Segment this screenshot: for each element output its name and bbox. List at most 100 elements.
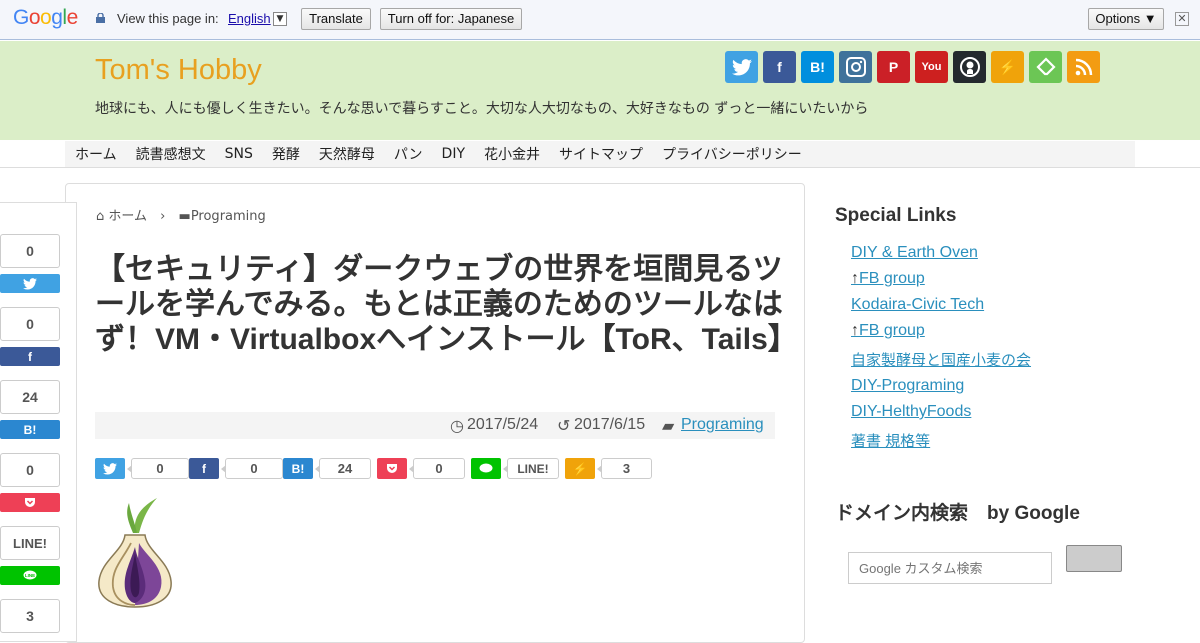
chevron-down-icon[interactable]: ▼ bbox=[273, 12, 287, 26]
hatena-count: 24 bbox=[315, 458, 371, 479]
special-link[interactable]: 著書 規格等 bbox=[851, 430, 930, 451]
instagram-icon[interactable] bbox=[839, 51, 872, 83]
article-title: 【セキュリティ】ダークウェブの世界を垣間見るツールを学んでみる。もとは正義のため… bbox=[95, 253, 798, 356]
facebook-share-button[interactable]: f bbox=[0, 347, 60, 366]
twitter-count: 0 bbox=[127, 458, 189, 479]
hatena-share-button[interactable]: B! bbox=[0, 420, 60, 439]
special-link[interactable]: DIY & Earth Oven bbox=[851, 244, 978, 262]
nav-item-hanakoganei[interactable]: 花小金井 bbox=[484, 144, 540, 164]
feedly-share-button[interactable]: ⚡ bbox=[565, 458, 595, 479]
arrow-up-icon: ↑ bbox=[851, 270, 859, 287]
pocket-count: 0 bbox=[0, 453, 60, 487]
translate-label: View this page in: bbox=[117, 11, 219, 26]
search-input[interactable] bbox=[848, 552, 1052, 584]
options-button[interactable]: Options ▼ bbox=[1088, 8, 1164, 30]
twitter-share-button[interactable] bbox=[95, 458, 125, 479]
feedly-count: 3 bbox=[0, 599, 60, 633]
nav-item-sitemap[interactable]: サイトマップ bbox=[559, 144, 643, 164]
hatena-count: 24 bbox=[0, 380, 60, 414]
link-text[interactable]: 著書 規格等 bbox=[851, 433, 930, 450]
facebook-icon: f bbox=[202, 461, 206, 476]
link-text[interactable]: FB group bbox=[859, 322, 925, 339]
special-link[interactable]: 自家製酵母と国産小麦の会 bbox=[851, 349, 1031, 370]
folder-icon: ▬ bbox=[178, 209, 191, 224]
history-icon: ↺ bbox=[557, 418, 571, 435]
category-link[interactable]: Programing bbox=[681, 416, 764, 434]
hatena-share-button[interactable]: B! bbox=[283, 458, 313, 479]
twitter-icon[interactable] bbox=[725, 51, 758, 83]
breadcrumb: ⌂ ホーム › ▬Programing bbox=[96, 205, 266, 224]
translate-toolbar: Google View this page in: English ▼ Tran… bbox=[0, 0, 1200, 40]
pocket-icon bbox=[387, 464, 397, 473]
breadcrumb-separator: › bbox=[160, 209, 166, 224]
pocket-share-button[interactable] bbox=[0, 493, 60, 512]
nav-item-sns[interactable]: SNS bbox=[225, 146, 253, 162]
domain-search-heading: ドメイン内検索 by Google bbox=[835, 503, 1080, 524]
updated-date: 2017/6/15 bbox=[574, 416, 646, 433]
facebook-icon[interactable]: f bbox=[763, 51, 796, 83]
line-count: LINE! bbox=[503, 458, 559, 479]
pocket-icon bbox=[25, 498, 35, 507]
hatena-icon[interactable]: B! bbox=[801, 51, 834, 83]
special-link[interactable]: ↑FB group bbox=[851, 270, 925, 288]
link-text[interactable]: FB group bbox=[859, 270, 925, 287]
pinterest-icon[interactable]: P bbox=[877, 51, 910, 83]
nav-item-fermentation[interactable]: 発酵 bbox=[272, 144, 300, 164]
tor-onion-image bbox=[98, 498, 172, 608]
twitter-count: 0 bbox=[0, 234, 60, 268]
link-text[interactable]: 自家製酵母と国産小麦の会 bbox=[851, 352, 1031, 369]
link-text[interactable]: Kodaira-Civic Tech bbox=[851, 296, 984, 313]
special-links-heading: Special Links bbox=[835, 205, 957, 226]
nav-item-bread[interactable]: パン bbox=[394, 144, 423, 164]
facebook-icon: f bbox=[28, 349, 32, 364]
close-icon[interactable]: ✕ bbox=[1175, 12, 1189, 26]
svg-text:LINE: LINE bbox=[25, 573, 35, 578]
feedly-count: 3 bbox=[597, 458, 652, 479]
site-title[interactable]: Tom's Hobby bbox=[95, 54, 262, 87]
translate-button[interactable]: Translate bbox=[301, 8, 371, 30]
twitter-icon bbox=[103, 462, 117, 475]
published-date: 2017/5/24 bbox=[467, 416, 539, 433]
nav-item-privacy[interactable]: プライバシーポリシー bbox=[662, 144, 802, 164]
pocket-share-button[interactable] bbox=[377, 458, 407, 479]
facebook-count: 0 bbox=[221, 458, 283, 479]
nav-item-diy[interactable]: DIY bbox=[442, 146, 465, 162]
github-icon[interactable] bbox=[953, 51, 986, 83]
rss-icon[interactable] bbox=[1067, 51, 1100, 83]
main-nav: ホーム 読書感想文 SNS 発酵 天然酵母 パン DIY 花小金井 サイトマップ… bbox=[65, 141, 1135, 167]
line-icon: LINE bbox=[23, 570, 37, 580]
special-link[interactable]: DIY-HelthyFoods bbox=[851, 403, 971, 421]
twitter-icon bbox=[23, 277, 37, 290]
article-meta: ◷ 2017/5/24 ↺ 2017/6/15 ▰ Programing bbox=[95, 412, 775, 439]
breadcrumb-home[interactable]: ホーム bbox=[108, 209, 147, 224]
link-text[interactable]: DIY-HelthyFoods bbox=[851, 403, 971, 420]
link-text[interactable]: DIY-Programing bbox=[851, 377, 964, 394]
line-count: LINE! bbox=[0, 526, 60, 560]
special-link[interactable]: ↑FB group bbox=[851, 322, 925, 340]
youtube-icon[interactable]: You bbox=[915, 51, 948, 83]
hatena-icon: B! bbox=[291, 461, 305, 476]
breadcrumb-category[interactable]: Programing bbox=[191, 209, 266, 224]
site-tagline: 地球にも、人にも優しく生きたい。そんな思いで暮らすこと。大切な人大切なもの、大好… bbox=[95, 101, 869, 117]
feedly-icon[interactable] bbox=[1029, 51, 1062, 83]
nav-item-reading[interactable]: 読書感想文 bbox=[136, 144, 206, 164]
side-share-bar: 0 0 f 24 B! 0 LINE! LINE 3 bbox=[0, 202, 77, 642]
twitter-share-button[interactable] bbox=[0, 274, 60, 293]
link-text[interactable]: DIY & Earth Oven bbox=[851, 244, 978, 261]
flash-icon: ⚡ bbox=[572, 461, 588, 476]
feedly-flash-icon[interactable]: ⚡ bbox=[991, 51, 1024, 83]
google-logo: Google bbox=[13, 6, 78, 29]
language-select[interactable]: English bbox=[228, 11, 271, 26]
search-button[interactable] bbox=[1066, 545, 1122, 572]
clock-icon: ◷ bbox=[450, 418, 464, 435]
facebook-share-button[interactable]: f bbox=[189, 458, 219, 479]
folder-icon: ▰ bbox=[662, 418, 675, 435]
turn-off-button[interactable]: Turn off for: Japanese bbox=[380, 8, 522, 30]
special-link[interactable]: DIY-Programing bbox=[851, 377, 964, 395]
nav-item-home[interactable]: ホーム bbox=[75, 144, 117, 164]
nav-item-natural-yeast[interactable]: 天然酵母 bbox=[319, 144, 375, 164]
line-share-button[interactable] bbox=[471, 458, 501, 479]
line-share-button[interactable]: LINE bbox=[0, 566, 60, 585]
special-link[interactable]: Kodaira-Civic Tech bbox=[851, 296, 984, 314]
lock-icon bbox=[96, 13, 105, 23]
